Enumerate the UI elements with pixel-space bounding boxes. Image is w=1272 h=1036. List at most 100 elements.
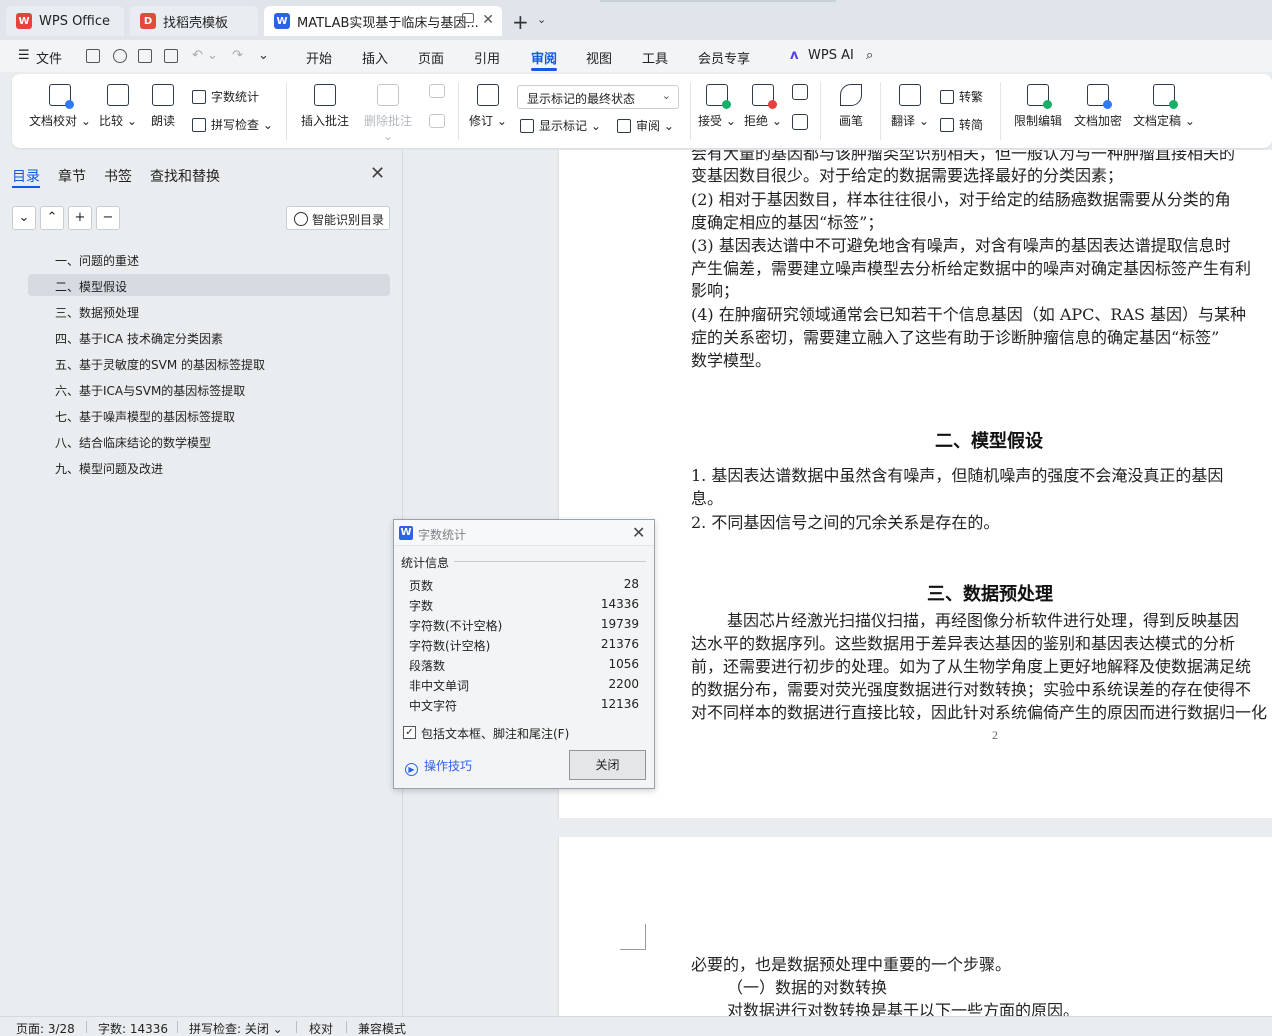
doc-line: 的数据分布，需要对荧光强度数据进行对数转换；实验中系统误差的存在使得不 bbox=[691, 680, 1252, 699]
toc-item[interactable]: 六、基于ICA与SVM的基因标签提取 bbox=[28, 378, 390, 400]
nav-tab-find-replace[interactable]: 查找和替换 bbox=[150, 166, 220, 186]
word-count-button[interactable]: 字数统计 bbox=[192, 88, 259, 105]
hamburger-icon[interactable]: ☰ bbox=[18, 48, 30, 63]
review-pane-button[interactable]: 审阅 ⌄ bbox=[617, 117, 674, 134]
doc-line: 对数据进行对数转换是基于以下一些方面的原因。 bbox=[727, 1001, 1080, 1016]
close-button[interactable]: 关闭 bbox=[569, 750, 646, 780]
read-aloud-icon bbox=[152, 84, 174, 106]
include-textbox-checkbox[interactable]: ✓ bbox=[403, 726, 416, 739]
document-page[interactable]: 必要的，也是数据预处理中重要的一个步骤。 （一）数据的对数转换 对数据进行对数转… bbox=[558, 837, 1272, 1016]
share-icon[interactable] bbox=[113, 49, 127, 63]
nav-tab-toc[interactable]: 目录 bbox=[12, 166, 40, 186]
prev-comment-icon bbox=[429, 84, 445, 98]
document-page[interactable]: 会有大量的基因都与该肿瘤类型识别相关，但一般认为与一种肿瘤直接相关的 变基因数目… bbox=[558, 150, 1272, 818]
next-change-button[interactable] bbox=[790, 114, 810, 136]
doc-line: (3) 基因表达谱中不可避免地含有噪声，对含有噪声的基因表达谱提取信息时 bbox=[691, 236, 1231, 255]
tips-link[interactable]: ▶ 操作技巧 bbox=[405, 757, 472, 776]
ink-label: 画笔 bbox=[838, 114, 863, 128]
search-icon[interactable]: ⌕ bbox=[866, 48, 873, 63]
close-tab-icon[interactable]: ✕ bbox=[482, 12, 494, 28]
status-spell-check[interactable]: 拼写检查: 关闭 ⌄ bbox=[189, 1020, 283, 1036]
prev-change-button[interactable] bbox=[790, 84, 810, 106]
nav-tab-bookmarks[interactable]: 书签 bbox=[104, 166, 132, 186]
save-icon[interactable] bbox=[86, 49, 100, 63]
tab-list-chevron-icon[interactable]: ⌄ bbox=[537, 13, 546, 26]
ribbon-separator bbox=[820, 82, 821, 140]
dialog-close-icon[interactable]: ✕ bbox=[632, 523, 645, 542]
tips-link-text: 操作技巧 bbox=[424, 759, 473, 773]
tab-docer-templates[interactable]: D 找稻壳模板 bbox=[130, 6, 258, 36]
insert-comment-button[interactable]: 插入批注 bbox=[298, 84, 352, 129]
quick-access-chevron-icon[interactable]: ⌄ bbox=[258, 48, 269, 63]
track-changes-button[interactable]: 修订 ⌄ bbox=[468, 84, 508, 129]
menu-file[interactable]: 文件 bbox=[36, 48, 62, 67]
toc-item[interactable]: 九、模型问题及改进 bbox=[28, 456, 390, 478]
menu-references[interactable]: 引用 bbox=[474, 48, 500, 67]
menu-home[interactable]: 开始 bbox=[306, 48, 332, 67]
menu-insert[interactable]: 插入 bbox=[362, 48, 388, 67]
to-simplified-button[interactable]: 转简 bbox=[940, 116, 983, 133]
finalize-doc-button[interactable]: 文档定稿 ⌄ bbox=[1132, 84, 1196, 129]
toc-item[interactable]: 三、数据预处理 bbox=[28, 300, 390, 322]
toc-item[interactable]: 五、基于灵敏度的SVM 的基因标签提取 bbox=[28, 352, 390, 374]
include-textbox-label[interactable]: 包括文本框、脚注和尾注(F) bbox=[421, 725, 569, 742]
new-tab-icon[interactable]: + bbox=[512, 10, 529, 34]
tab-wps-office[interactable]: W WPS Office bbox=[6, 6, 124, 36]
menu-view[interactable]: 视图 bbox=[586, 48, 612, 67]
menu-wps-ai[interactable]: WPS AI bbox=[808, 48, 854, 63]
stat-label: 字符数(不计空格) bbox=[409, 619, 503, 633]
print-preview-icon[interactable] bbox=[164, 49, 178, 63]
status-word-count[interactable]: 字数: 14336 bbox=[98, 1020, 168, 1036]
compare-button[interactable]: 比较 ⌄ bbox=[96, 84, 140, 129]
read-aloud-button[interactable]: 朗读 bbox=[146, 84, 180, 129]
expand-down-icon[interactable]: ⌄ bbox=[12, 206, 36, 230]
dialog-title-bar[interactable]: W 字数统计 ✕ bbox=[394, 520, 654, 546]
spell-check-button[interactable]: 拼写检查 ⌄ bbox=[192, 116, 273, 133]
delete-comment-button[interactable]: 删除批注 ⌄ bbox=[358, 84, 418, 143]
menu-tools[interactable]: 工具 bbox=[642, 48, 668, 67]
encrypt-doc-button[interactable]: 文档加密 bbox=[1070, 84, 1126, 129]
prev-comment-button[interactable] bbox=[426, 84, 448, 104]
smart-toc-button[interactable]: 智能识别目录 bbox=[286, 206, 390, 230]
add-heading-icon[interactable]: + bbox=[68, 206, 92, 230]
to-simplified-label: 转简 bbox=[959, 118, 984, 132]
close-panel-icon[interactable]: ✕ bbox=[370, 163, 385, 184]
doc-line: 达水平的数据序列。这些数据用于差异表达基因的鉴别和基因表达模式的分析 bbox=[691, 634, 1236, 653]
doc-check-button[interactable]: 文档校对 ⌄ bbox=[28, 84, 92, 129]
active-menu-indicator bbox=[531, 68, 557, 71]
toc-item[interactable]: 八、结合临床结论的数学模型 bbox=[28, 430, 390, 452]
toc-item[interactable]: 七、基于噪声模型的基因标签提取 bbox=[28, 404, 390, 426]
stat-value: 1056 bbox=[608, 657, 639, 671]
menu-review[interactable]: 审阅 bbox=[531, 48, 557, 67]
toc-item[interactable]: 一、问题的重述 bbox=[28, 248, 390, 270]
remove-heading-icon[interactable]: − bbox=[96, 206, 120, 230]
reject-button[interactable]: 拒绝 ⌄ bbox=[744, 84, 782, 129]
play-icon: ▶ bbox=[405, 763, 418, 776]
tab-current-document[interactable]: W MATLAB实现基于临床与基因... ✕ bbox=[264, 6, 502, 36]
status-page[interactable]: 页面: 3/28 bbox=[16, 1020, 75, 1036]
toc-item-selected[interactable]: 二、模型假设 bbox=[28, 274, 390, 296]
chevron-down-icon: ⌄ bbox=[661, 89, 671, 102]
restrict-edit-button[interactable]: 限制编辑 bbox=[1010, 84, 1066, 129]
markup-mode-select[interactable]: 显示标记的最终状态 ⌄ bbox=[517, 85, 679, 109]
comment-icon bbox=[314, 84, 336, 106]
undo-icon[interactable]: ↶ ⌄ bbox=[192, 48, 218, 63]
next-comment-button[interactable] bbox=[426, 114, 448, 134]
print-icon[interactable] bbox=[138, 49, 152, 63]
accept-button[interactable]: 接受 ⌄ bbox=[698, 84, 736, 129]
collapse-up-icon[interactable]: ⌃ bbox=[40, 206, 64, 230]
translate-button[interactable]: 翻译 ⌄ bbox=[888, 84, 932, 129]
toc-item[interactable]: 四、基于ICA 技术确定分类因素 bbox=[28, 326, 390, 348]
status-proofread[interactable]: 校对 bbox=[309, 1020, 333, 1036]
nav-tab-chapters[interactable]: 章节 bbox=[58, 166, 86, 186]
show-markup-button[interactable]: 显示标记 ⌄ bbox=[520, 117, 601, 134]
menu-member[interactable]: 会员专享 bbox=[698, 48, 750, 67]
stat-label: 中文字符 bbox=[409, 699, 458, 713]
menu-page[interactable]: 页面 bbox=[418, 48, 444, 67]
stat-value: 2200 bbox=[608, 677, 639, 691]
ink-button[interactable]: 画笔 bbox=[834, 84, 868, 129]
window-icon[interactable] bbox=[462, 13, 474, 23]
redo-icon[interactable]: ↷ bbox=[232, 48, 243, 63]
show-markup-label: 显示标记 bbox=[539, 119, 588, 133]
to-traditional-button[interactable]: 转繁 bbox=[940, 88, 983, 105]
